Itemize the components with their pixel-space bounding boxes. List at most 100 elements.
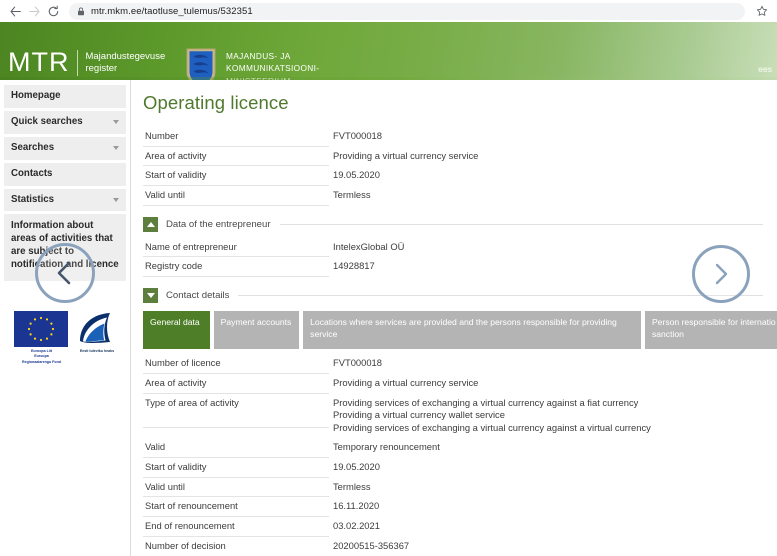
tab-bar: General data Payment accounts Locations … xyxy=(143,311,777,350)
ministry-block: MAJANDUS- JA KOMMUNIKATSIOONI- MINISTEER… xyxy=(185,48,319,80)
tab-person-responsible[interactable]: Person responsible for internatio sancti… xyxy=(644,311,777,350)
chevron-down-icon xyxy=(113,120,119,125)
row-value: Providing a virtual currency service xyxy=(333,149,479,161)
sidebar-item-searches[interactable]: Searches xyxy=(4,136,126,160)
row-value: 20200515-356367 xyxy=(333,539,410,551)
row-value: 16.11.2020 xyxy=(333,500,380,512)
expand-triangle-down-icon[interactable] xyxy=(143,288,158,304)
row-label: Start of validity xyxy=(143,166,329,187)
table-row: Valid Temporary renouncement xyxy=(143,438,763,459)
language-switcher[interactable]: ees xyxy=(758,64,772,74)
page-body: Homepage Quick searches Searches Contact… xyxy=(0,80,777,556)
tab-payment-accounts[interactable]: Payment accounts xyxy=(213,311,300,350)
row-label: Number of decision xyxy=(143,537,329,556)
row-label: End of renouncement xyxy=(143,517,329,537)
estonian-coat-of-arms-icon xyxy=(186,48,216,80)
row-value: FVT000018 xyxy=(333,130,382,141)
chevron-down-icon xyxy=(113,146,119,151)
lock-icon xyxy=(78,7,84,15)
row-label: Start of validity xyxy=(143,458,329,478)
sidebar: Homepage Quick searches Searches Contact… xyxy=(0,80,131,556)
eu-flag-icon xyxy=(14,311,68,348)
sidebar-item-label: Statistics xyxy=(11,193,55,205)
table-row: Number of licence FVT000018 xyxy=(143,354,763,374)
entrepreneur-table: Name of entrepreneur IntelexGlobal OÜ Re… xyxy=(143,238,763,278)
section-title: Data of the entrepreneur xyxy=(166,218,271,230)
row-label: Number xyxy=(143,127,329,147)
site-logo[interactable]: MTR Majandustegevuse register xyxy=(8,49,165,76)
browser-toolbar: mtr.mkm.ee/taotluse_tulemus/532351 xyxy=(0,0,777,22)
tab-general-data[interactable]: General data xyxy=(143,311,210,350)
tab-label: Payment accounts xyxy=(220,317,292,328)
row-value: IntelexGlobal OÜ xyxy=(333,240,405,252)
table-row: Valid until Termless xyxy=(143,186,763,206)
section-rule xyxy=(238,295,763,297)
row-label: Name of entrepreneur xyxy=(143,238,329,258)
table-row: Number of decision 20200515-356367 xyxy=(143,537,763,556)
row-value: Termless xyxy=(333,480,371,492)
forward-icon[interactable] xyxy=(25,2,44,21)
collapse-triangle-up-icon[interactable] xyxy=(143,216,158,232)
row-value: 14928817 xyxy=(333,260,375,272)
row-label: Valid until xyxy=(143,186,329,206)
row-label: Registry code xyxy=(143,257,329,278)
row-value: 19.05.2020 xyxy=(333,461,380,473)
section-header-contact-details[interactable]: Contact details xyxy=(143,288,763,304)
sidebar-item-information[interactable]: Information about areas of activities th… xyxy=(4,214,126,282)
site-header: MTR Majandustegevuse register MAJANDUS- … xyxy=(0,22,777,80)
sidebar-item-label: Contacts xyxy=(11,167,53,179)
row-label: Start of renouncement xyxy=(143,497,329,518)
estonia-logo-caption: Eesti tuleviku heaks xyxy=(79,349,115,354)
row-label: Valid until xyxy=(143,478,329,498)
funding-logos: Euroopa Liit Euroopa Regionaalarengu Fon… xyxy=(4,307,126,377)
tab-label: General data xyxy=(150,317,200,328)
tab-locations[interactable]: Locations where services are provided an… xyxy=(303,311,641,350)
eu-logo-caption: Euroopa Liit Euroopa Regionaalarengu Fon… xyxy=(22,349,61,364)
row-value: FVT000018 xyxy=(333,357,382,369)
row-value: Providing a virtual currency service xyxy=(333,376,479,388)
table-row: Name of entrepreneur IntelexGlobal OÜ xyxy=(143,238,763,258)
table-row: Start of validity 19.05.2020 xyxy=(143,166,763,187)
sidebar-item-label: Searches xyxy=(11,141,55,153)
row-value: 03.02.2021 xyxy=(333,520,380,532)
back-icon[interactable] xyxy=(6,2,25,21)
row-label: Valid xyxy=(143,438,329,459)
sidebar-item-quick-searches[interactable]: Quick searches xyxy=(4,110,126,134)
address-bar[interactable]: mtr.mkm.ee/taotluse_tulemus/532351 xyxy=(69,2,745,20)
main-content: Operating licence Number FVT000018 Area … xyxy=(131,80,777,556)
row-label: Area of activity xyxy=(143,374,329,394)
row-label: Area of activity xyxy=(143,147,329,167)
table-row: Type of area of activity Providing servi… xyxy=(143,394,763,439)
page-title: Operating licence xyxy=(143,92,289,113)
sidebar-item-label: Quick searches xyxy=(11,115,83,127)
brand-subtitle: Majandustegevuse register xyxy=(85,50,166,74)
row-value: 19.05.2020 xyxy=(333,169,380,181)
table-row: Start of renouncement 16.11.2020 xyxy=(143,497,763,518)
table-row: Number FVT000018 xyxy=(143,127,763,147)
chevron-down-icon xyxy=(113,198,119,202)
ministry-name: MAJANDUS- JA KOMMUNIKATSIOONI- MINISTEER… xyxy=(226,51,320,80)
star-icon[interactable] xyxy=(753,2,771,20)
table-row: Area of activity Providing a virtual cur… xyxy=(143,147,763,167)
sidebar-item-label: Information about areas of activities th… xyxy=(11,220,119,271)
sidebar-item-statistics[interactable]: Statistics xyxy=(4,188,126,212)
sidebar-item-homepage[interactable]: Homepage xyxy=(4,85,126,108)
table-row: Registry code 14928817 xyxy=(143,257,763,278)
section-header-entrepreneur[interactable]: Data of the entrepreneur xyxy=(143,216,763,232)
section-title: Contact details xyxy=(166,290,230,302)
general-data-table: Number of licence FVT000018 Area of acti… xyxy=(143,354,763,556)
sidebar-item-contacts[interactable]: Contacts xyxy=(4,162,126,186)
reload-icon[interactable] xyxy=(44,2,63,21)
table-row: Area of activity Providing a virtual cur… xyxy=(143,374,763,394)
row-label: Type of area of activity xyxy=(143,394,329,428)
table-row: Valid until Termless xyxy=(143,478,763,498)
sidebar-item-label: Homepage xyxy=(11,90,61,101)
section-rule xyxy=(279,223,763,225)
row-value: Providing services of exchanging a virtu… xyxy=(333,396,651,434)
row-label: Number of licence xyxy=(143,354,329,374)
tab-label: Person responsible for internatio sancti… xyxy=(651,317,776,340)
tab-label: Locations where services are provided an… xyxy=(310,317,617,340)
table-row: Start of validity 19.05.2020 xyxy=(143,458,763,478)
estonia-brand-icon xyxy=(80,313,110,344)
licence-summary-table: Number FVT000018 Area of activity Provid… xyxy=(143,127,763,206)
